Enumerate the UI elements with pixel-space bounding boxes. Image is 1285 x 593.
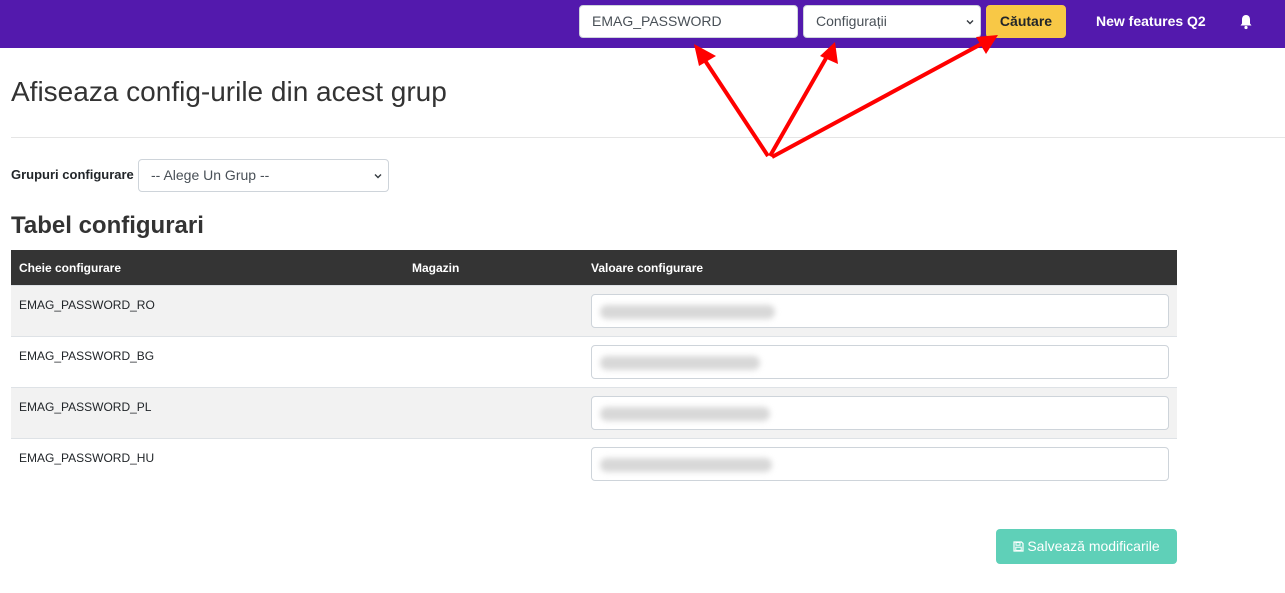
redacted-value [600, 458, 772, 472]
redacted-value [600, 407, 770, 421]
config-key: EMAG_PASSWORD_HU [19, 451, 155, 465]
save-button[interactable]: Salvează modificarile [996, 529, 1177, 564]
header-store: Magazin [412, 261, 460, 275]
group-label: Grupuri configurare [11, 167, 134, 182]
group-select[interactable]: -- Alege Un Grup -- [138, 159, 389, 192]
config-value-input[interactable] [591, 396, 1169, 430]
search-input[interactable]: EMAG_PASSWORD [579, 5, 798, 38]
arrow-to-search-input [694, 44, 770, 158]
section-title: Tabel configurari [11, 212, 204, 239]
category-select-value: Configurații [816, 13, 887, 29]
config-table: Cheie configurare Magazin Valoare config… [11, 250, 1177, 489]
table-row: EMAG_PASSWORD_PL [11, 387, 1177, 438]
more-icon[interactable]: ⋮ [1280, 14, 1285, 30]
top-navbar: EMAG_PASSWORD Configurații Căutare New f… [0, 0, 1285, 48]
config-value-input[interactable] [591, 294, 1169, 328]
bell-icon[interactable] [1239, 14, 1253, 30]
chevron-down-icon [374, 174, 382, 179]
page-title: Afiseaza config-urile din acest grup [11, 76, 447, 107]
redacted-value [600, 305, 775, 319]
group-select-value: -- Alege Un Grup -- [151, 167, 270, 183]
redacted-value [600, 356, 760, 370]
save-button-label: Salvează modificarile [1027, 538, 1160, 554]
config-key: EMAG_PASSWORD_RO [19, 298, 155, 312]
divider [11, 137, 1285, 138]
table-row: EMAG_PASSWORD_BG [11, 336, 1177, 387]
config-key: EMAG_PASSWORD_PL [19, 400, 152, 414]
config-value-input[interactable] [591, 345, 1169, 379]
search-button[interactable]: Căutare [986, 5, 1066, 38]
arrow-to-category-select [768, 42, 838, 157]
table-header: Cheie configurare Magazin Valoare config… [11, 250, 1177, 285]
header-key: Cheie configurare [19, 261, 122, 275]
floppy-disk-icon [1013, 541, 1024, 552]
chevron-down-icon [966, 20, 974, 25]
new-features-link[interactable]: New features Q2 [1096, 13, 1206, 29]
category-select[interactable]: Configurații [803, 5, 981, 38]
arrow-to-search-button [771, 35, 998, 159]
table-row: EMAG_PASSWORD_HU [11, 438, 1177, 489]
config-key: EMAG_PASSWORD_BG [19, 349, 155, 363]
config-value-input[interactable] [591, 447, 1169, 481]
header-value: Valoare configurare [591, 261, 704, 275]
table-row: EMAG_PASSWORD_RO [11, 285, 1177, 336]
